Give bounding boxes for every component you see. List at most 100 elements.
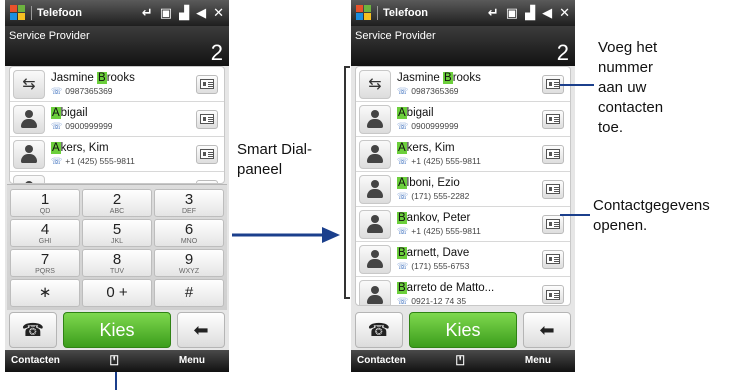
contact-number-text: +1 (425) 555-9811: [411, 155, 481, 166]
key-digit: 4: [40, 221, 50, 238]
contact-number-text: +1 (425) 555-9811: [65, 155, 135, 166]
keypad-key[interactable]: 4 GHI: [10, 219, 80, 247]
keyboard-icon[interactable]: ⍞: [110, 352, 118, 369]
contact-name: Barreto de Matto...: [397, 282, 542, 294]
contact-row[interactable]: Alboni, Ezio: [10, 172, 224, 183]
contact-row[interactable]: Barnett, Dave ☏ (171) 555-6753: [356, 242, 570, 277]
contact-icon-button[interactable]: [359, 104, 391, 134]
keypad-key[interactable]: 6 MNO: [154, 219, 224, 247]
softkey-menu[interactable]: Menu: [525, 355, 551, 366]
sim-icon: ▣: [505, 5, 519, 20]
contact-icon-button[interactable]: ⇆: [359, 69, 391, 99]
contact-card-button[interactable]: [542, 144, 564, 164]
contact-icon-button[interactable]: ⇆: [13, 69, 45, 99]
contact-number-text: 0900999999: [65, 120, 113, 131]
call-history-icon: ⇆: [22, 76, 36, 93]
contact-card-button[interactable]: [196, 74, 218, 94]
signal-icon[interactable]: ▟: [525, 5, 535, 21]
smart-dial-list-expanded: ⇆ Jasmine Brooks ☏ 0987365369 Abigail ☏ 090099…: [355, 66, 571, 306]
contact-icon-button[interactable]: [13, 175, 45, 183]
contact-row[interactable]: ⇆ Jasmine Brooks ☏ 0987365369: [356, 67, 570, 102]
speaker-icon[interactable]: ◀: [196, 5, 206, 21]
softkey-bar: Contacten ⍞ Menu: [5, 350, 229, 372]
softkey-menu[interactable]: Menu: [179, 355, 205, 366]
name-match-highlight: A: [397, 176, 407, 189]
service-provider-bar: Service Provider 2: [351, 26, 575, 66]
contact-card-button[interactable]: [542, 214, 564, 234]
keypad-key[interactable]: 3 DEF: [154, 189, 224, 217]
dial-button[interactable]: Kies: [63, 312, 171, 348]
contact-row[interactable]: Abigail ☏ 0900999999: [356, 102, 570, 137]
contact-card-button[interactable]: [542, 285, 564, 304]
speaker-icon[interactable]: ◀: [542, 5, 552, 21]
contact-row[interactable]: Barreto de Matto... ☏ 0921-12 74 35: [356, 277, 570, 305]
contact-number: ☏ (171) 555-2282: [397, 191, 542, 202]
keyboard-icon[interactable]: ⍞: [456, 352, 464, 369]
contact-icon-button[interactable]: [13, 104, 45, 134]
contact-card-icon: [546, 219, 560, 229]
key-letters: MNO: [180, 238, 198, 245]
contact-row[interactable]: Akers, Kim ☏ +1 (425) 555-9811: [356, 137, 570, 172]
contact-icon-button[interactable]: [359, 209, 391, 239]
call-history-button[interactable]: ☎: [355, 312, 403, 348]
contact-name: Alboni, Ezio: [397, 176, 542, 189]
dial-keypad: 1 QD 2 ABC 3 DEF 4 GHI 5 JKL 6 MNO 7 PQRS 8 TUV 9 WXYZ ∗ 0 …: [7, 184, 227, 310]
contact-icon-button[interactable]: [13, 139, 45, 169]
contact-card-button[interactable]: [542, 109, 564, 129]
bracket-top: [344, 66, 350, 68]
keypad-key[interactable]: #: [154, 279, 224, 307]
keypad-key[interactable]: 9 WXYZ: [154, 249, 224, 277]
keypad-key[interactable]: 1 QD: [10, 189, 80, 217]
person-icon: [365, 214, 385, 234]
contact-row[interactable]: Abigail ☏ 0900999999: [10, 102, 224, 137]
contact-row[interactable]: ⇆ Jasmine Brooks ☏ 0987365369: [10, 67, 224, 102]
contact-row[interactable]: Akers, Kim ☏ +1 (425) 555-9811: [10, 137, 224, 172]
key-letters: GHI: [38, 238, 52, 245]
name-match-highlight: A: [51, 106, 61, 119]
contact-text: Bankov, Peter ☏ +1 (425) 555-9811: [391, 211, 542, 237]
keypad-key[interactable]: 2 ABC: [82, 189, 152, 217]
app-title: Telefoon: [383, 7, 429, 19]
keypad-key[interactable]: ∗: [10, 279, 80, 307]
softkey-contacts[interactable]: Contacten: [11, 355, 60, 366]
dial-button[interactable]: Kies: [409, 312, 517, 348]
softkey-contacts[interactable]: Contacten: [357, 355, 406, 366]
contact-icon-button[interactable]: [359, 280, 391, 305]
name-suffix: kers, Kim: [406, 141, 455, 154]
contact-text: Alboni, Ezio ☏ (171) 555-2282: [391, 176, 542, 202]
keypad-key[interactable]: 7 PQRS: [10, 249, 80, 277]
call-history-button[interactable]: ☎: [9, 312, 57, 348]
contact-icon-button[interactable]: [359, 139, 391, 169]
key-letters: ABC: [109, 208, 125, 215]
contact-number-text: (171) 555-6753: [411, 260, 470, 271]
contact-card-button[interactable]: [196, 109, 218, 129]
name-suffix: ankov, Peter: [406, 211, 471, 224]
close-icon[interactable]: ✕: [559, 5, 570, 21]
phone-icon: ☏: [51, 155, 63, 166]
backspace-button[interactable]: ⬅: [177, 312, 225, 348]
contact-card-icon: [546, 289, 560, 300]
keypad-key[interactable]: 0 +: [82, 279, 152, 307]
contact-card-button[interactable]: [542, 179, 564, 199]
contact-card-icon: [200, 149, 214, 159]
keypad-key[interactable]: 8 TUV: [82, 249, 152, 277]
contact-text: Barreto de Matto... ☏ 0921-12 74 35: [391, 282, 542, 305]
contact-card-button[interactable]: [542, 249, 564, 269]
smart-dial-callout: Smart Dial- paneel: [237, 141, 313, 178]
contact-row[interactable]: Alboni, Ezio ☏ (171) 555-2282: [356, 172, 570, 207]
start-menu-icon[interactable]: [356, 5, 372, 21]
contact-row[interactable]: Bankov, Peter ☏ +1 (425) 555-9811: [356, 207, 570, 242]
key-letters: QD: [39, 208, 51, 215]
contact-card-icon: [546, 79, 560, 89]
contact-card-button[interactable]: [196, 144, 218, 164]
start-menu-icon[interactable]: [10, 5, 26, 21]
keypad-key[interactable]: 5 JKL: [82, 219, 152, 247]
contact-card-icon: [546, 149, 560, 159]
contact-number: ☏ 0921-12 74 35: [397, 296, 542, 305]
contact-icon-button[interactable]: [359, 244, 391, 274]
close-icon[interactable]: ✕: [213, 5, 224, 21]
signal-icon[interactable]: ▟: [179, 5, 189, 21]
contact-icon-button[interactable]: [359, 174, 391, 204]
backspace-button[interactable]: ⬅: [523, 312, 571, 348]
key-digit: 9: [184, 251, 194, 268]
